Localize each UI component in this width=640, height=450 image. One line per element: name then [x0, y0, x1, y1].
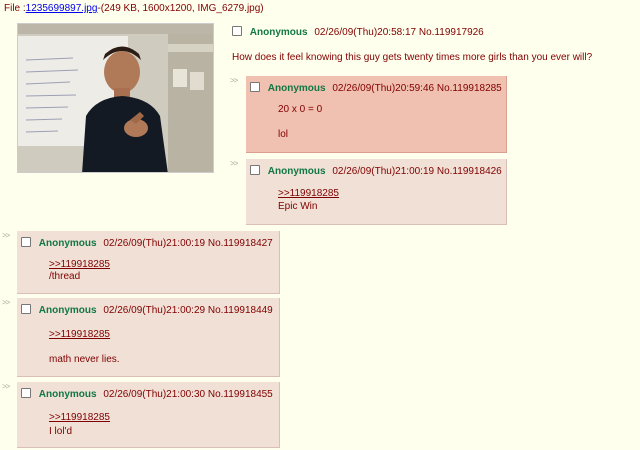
reply-comment-line: Epic Win: [278, 201, 318, 212]
op-post-number[interactable]: No.119917926: [419, 27, 484, 38]
reply-indent-arrows: >>: [2, 298, 10, 307]
reply-poster-name: Anonymous: [38, 305, 97, 316]
reply-comment-line: /thread: [49, 271, 81, 282]
reply-post-number[interactable]: No.119918455: [208, 389, 273, 400]
reply-header: Anonymous 02/26/09(Thu)21:00:19 No.11991…: [250, 165, 502, 177]
op-poster-name: Anonymous: [249, 27, 308, 38]
op-datetime: 02/26/09(Thu)20:58:17: [314, 27, 417, 38]
reply-post: Anonymous 02/26/09(Thu)21:00:19 No.11991…: [246, 159, 507, 225]
file-label: File :: [4, 3, 26, 14]
reply-poster-name: Anonymous: [38, 238, 97, 249]
reply-indent-arrows: >>: [230, 76, 238, 85]
file-info: File :1235699897.jpg-(249 KB, 1600x1200,…: [4, 3, 264, 14]
reply-datetime: 02/26/09(Thu)20:59:46: [332, 83, 435, 94]
reply-post-number[interactable]: No.119918285: [437, 83, 502, 94]
reply-post-number[interactable]: No.119918427: [208, 238, 273, 249]
reply-header: Anonymous 02/26/09(Thu)21:00:29 No.11991…: [21, 304, 273, 316]
op-comment: How does it feel knowing this guy gets t…: [232, 52, 593, 63]
reply-poster-name: Anonymous: [267, 166, 326, 177]
reply-comment-line: 20 x 0 = 0: [278, 104, 323, 115]
file-meta: -(249 KB, 1600x1200, IMG_6279.jpg): [97, 3, 264, 14]
op-delete-checkbox[interactable]: [232, 26, 242, 36]
reply-comment-line: I lol'd: [49, 426, 73, 437]
reply-comment-line: lol: [278, 129, 289, 140]
reply-indent-arrows: >>: [2, 382, 10, 391]
reply-indent-arrows: >>: [2, 231, 10, 240]
reply-delete-checkbox[interactable]: [250, 165, 260, 175]
reply-post: Anonymous 02/26/09(Thu)21:00:30 No.11991…: [17, 382, 280, 448]
reply-header: Anonymous 02/26/09(Thu)20:59:46 No.11991…: [250, 82, 502, 94]
reply-comment-line: math never lies.: [49, 354, 120, 365]
reply-datetime: 02/26/09(Thu)21:00:30: [103, 389, 206, 400]
reply-delete-checkbox[interactable]: [21, 388, 31, 398]
reply-quote-link[interactable]: >>119918285: [49, 259, 110, 270]
reply-datetime: 02/26/09(Thu)21:00:19: [332, 166, 435, 177]
reply-header: Anonymous 02/26/09(Thu)21:00:30 No.11991…: [21, 388, 273, 400]
reply-indent-arrows: >>: [230, 159, 238, 168]
reply-datetime: 02/26/09(Thu)21:00:19: [103, 238, 206, 249]
reply-delete-checkbox[interactable]: [21, 304, 31, 314]
reply-delete-checkbox[interactable]: [21, 237, 31, 247]
reply-post-number[interactable]: No.119918426: [437, 166, 502, 177]
photo-illustration: [18, 24, 213, 172]
reply-poster-name: Anonymous: [38, 389, 97, 400]
post-image-thumbnail[interactable]: [17, 23, 214, 173]
reply-quote-link[interactable]: >>119918285: [49, 412, 110, 423]
reply-delete-checkbox[interactable]: [250, 82, 260, 92]
reply-post: Anonymous 02/26/09(Thu)21:00:29 No.11991…: [17, 298, 280, 377]
file-link[interactable]: 1235699897.jpg: [26, 3, 98, 14]
reply-poster-name: Anonymous: [267, 83, 326, 94]
reply-datetime: 02/26/09(Thu)21:00:29: [103, 305, 206, 316]
reply-post: Anonymous 02/26/09(Thu)20:59:46 No.11991…: [246, 76, 507, 153]
reply-quote-link[interactable]: >>119918285: [278, 188, 339, 199]
op-post-header: Anonymous 02/26/09(Thu)20:58:17 No.11991…: [232, 26, 484, 38]
reply-post: Anonymous 02/26/09(Thu)21:00:19 No.11991…: [17, 231, 280, 294]
reply-header: Anonymous 02/26/09(Thu)21:00:19 No.11991…: [21, 237, 273, 249]
reply-quote-link[interactable]: >>119918285: [49, 329, 110, 340]
reply-post-number[interactable]: No.119918449: [208, 305, 273, 316]
